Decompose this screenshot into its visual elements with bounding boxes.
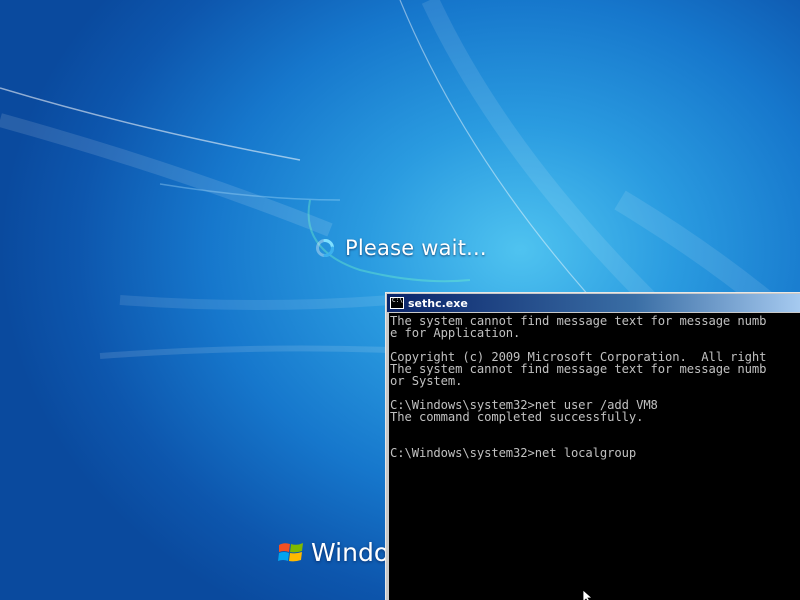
console-titlebar[interactable]: sethc.exe [387, 294, 800, 312]
please-wait-status: Please wait... [315, 236, 487, 260]
console-window[interactable]: sethc.exe The system cannot find message… [385, 292, 800, 600]
console-output[interactable]: The system cannot find message text for … [389, 313, 800, 600]
console-line: or System. [390, 374, 463, 388]
logon-screen: Please wait... Windo sethc.exe The syste… [0, 0, 800, 600]
please-wait-text: Please wait... [345, 236, 487, 260]
windows-wordmark: Windo [311, 538, 390, 567]
mouse-pointer-icon [582, 590, 594, 600]
cmd-icon[interactable] [390, 297, 404, 309]
console-title: sethc.exe [408, 296, 468, 310]
windows-flag-icon [278, 542, 303, 561]
loading-spinner-icon [316, 239, 334, 257]
windows-branding: Windo [277, 538, 389, 567]
console-line: e for Application. [390, 326, 521, 340]
console-line: C:\Windows\system32>net localgroup [390, 446, 637, 460]
console-line: The command completed successfully. [390, 410, 644, 424]
